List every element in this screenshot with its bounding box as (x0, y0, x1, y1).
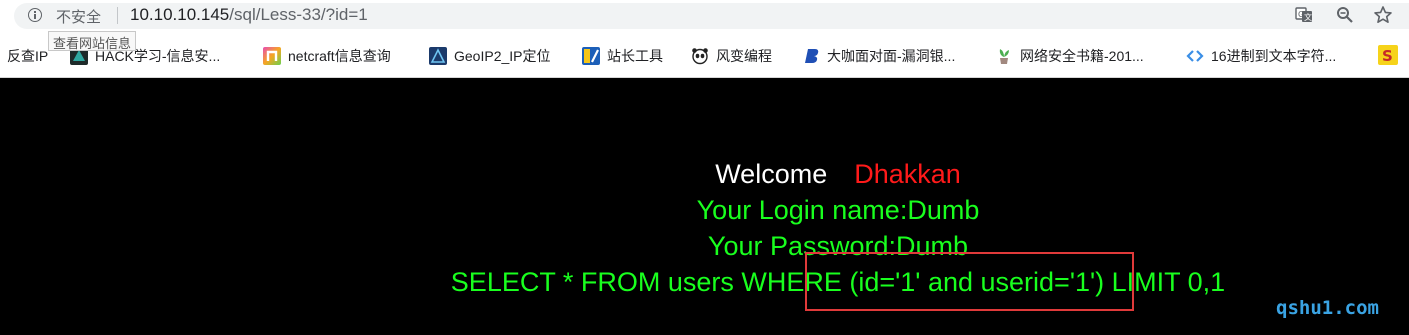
bookmark-label: 16进制到文本字符... (1211, 48, 1337, 64)
bookmark-label: 站长工具 (607, 48, 663, 64)
security-label[interactable]: 不安全 (56, 6, 101, 27)
user-name: Dhakkan (854, 159, 961, 189)
svg-text:S: S (1382, 47, 1393, 65)
zoom-icon[interactable] (1336, 6, 1354, 24)
bugbank-icon (802, 47, 820, 65)
query-highlight-box (805, 252, 1134, 311)
browser-toolbar: 不安全 10.10.10.145/sql/Less-33/?id=1 G 文 查… (0, 0, 1409, 78)
bookmark-label: 大咖面对面-漏洞银... (827, 48, 956, 64)
bookmark-security-books[interactable]: 网络安全书籍-201... (995, 41, 1144, 71)
bookmark-bugbank[interactable]: 大咖面对面-漏洞银... (802, 41, 955, 71)
login-name-line: Your Login name:Dumb (696, 195, 980, 225)
password-line: Your Password:Dumb (707, 231, 969, 261)
site-info-tooltip: 查看网站信息 (48, 31, 137, 51)
watermark: qshu1.com (1276, 297, 1379, 319)
code-icon (1186, 47, 1204, 65)
bookmark-label: 网络安全书籍-201... (1020, 48, 1144, 64)
bookmark-hex-to-text[interactable]: 16进制到文本字符... (1186, 41, 1336, 71)
bookmark-star-icon[interactable] (1373, 5, 1393, 25)
extra-bookmark-icon[interactable]: S (1378, 45, 1398, 65)
bookmark-geoip2[interactable]: GeoIP2_IP定位 (429, 41, 551, 71)
bookmark-label: GeoIP2_IP定位 (454, 48, 551, 64)
site-info-icon[interactable] (28, 8, 42, 22)
url-host[interactable]: 10.10.10.145 (130, 5, 229, 24)
svg-text:文: 文 (1304, 12, 1312, 22)
plant-icon (995, 47, 1013, 65)
bookmark-fengbian[interactable]: 风变编程 (691, 41, 772, 71)
chinaz-icon (582, 47, 600, 65)
bookmark-label: netcraft信息查询 (288, 48, 391, 64)
translate-icon[interactable]: G 文 (1295, 7, 1313, 23)
bookmark-netcraft[interactable]: netcraft信息查询 (263, 41, 391, 71)
page-content: Welcome Dhakkan Your Login name:Dumb Your… (0, 79, 1409, 335)
address-divider (117, 7, 118, 24)
url-path[interactable]: /sql/Less-33/?id=1 (229, 5, 367, 24)
welcome-text: Welcome (715, 159, 828, 189)
bookmark-label: 反查IP (7, 48, 49, 64)
panda-icon (691, 47, 709, 65)
geoip-icon (429, 47, 447, 65)
welcome-line: Welcome Dhakkan (0, 159, 1409, 190)
bookmark-chinaz[interactable]: 站长工具 (582, 41, 663, 71)
sql-query-line: SELECT * FROM users WHERE (id='1' and us… (450, 267, 1226, 297)
bookmark-reverse-ip[interactable]: 反查IP (7, 41, 48, 71)
bookmark-label: 风变编程 (716, 48, 772, 64)
netcraft-icon (263, 47, 281, 65)
url-text[interactable]: 10.10.10.145/sql/Less-33/?id=1 (130, 5, 368, 25)
